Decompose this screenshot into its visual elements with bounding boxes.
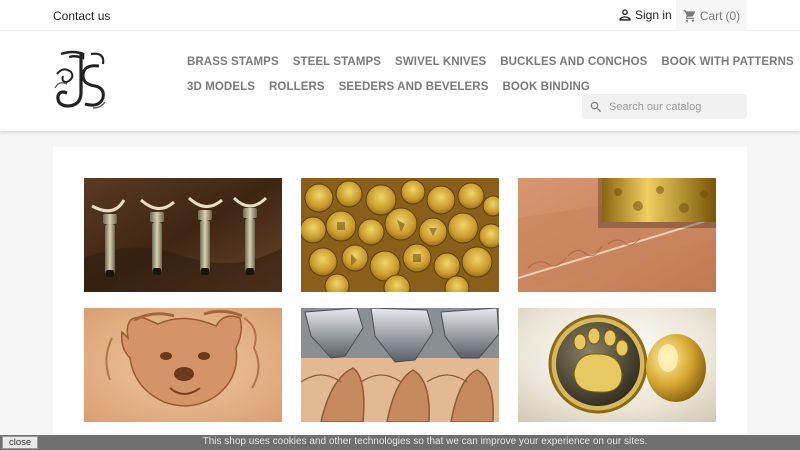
sign-in-label: Sign in — [635, 8, 672, 22]
3d-models-image — [84, 308, 282, 422]
cookie-close-button[interactable]: close — [2, 436, 39, 449]
menu-item-book-with-patterns[interactable]: BOOK WITH PATTERNS — [661, 56, 793, 68]
rollers-image — [518, 178, 716, 292]
user-icon — [619, 9, 631, 21]
site-header: BRASS STAMPS STEEL STAMPS SWIVEL KNIVES … — [0, 31, 800, 131]
shopping-cart-icon — [683, 9, 696, 22]
category-tile-swivel-knives[interactable] — [84, 178, 282, 292]
menu-item-steel-stamps[interactable]: STEEL STAMPS — [293, 56, 381, 68]
menu-item-book-binding[interactable]: BOOK BINDING — [502, 81, 589, 93]
contact-us-link[interactable]: Contact us — [53, 9, 110, 23]
category-tile-rollers[interactable] — [518, 178, 716, 292]
main-menu: BRASS STAMPS STEEL STAMPS SWIVEL KNIVES … — [187, 49, 794, 99]
search-input[interactable] — [609, 100, 739, 113]
cart-button[interactable]: Cart (0) — [676, 0, 747, 31]
cookie-notice-bar: This shop uses cookies and other technol… — [0, 435, 800, 450]
cart-label: Cart — [699, 8, 723, 23]
category-tile-3d-models[interactable] — [84, 308, 282, 422]
menu-item-brass-stamps[interactable]: BRASS STAMPS — [187, 56, 279, 68]
search-icon[interactable] — [589, 100, 603, 114]
store-logo[interactable] — [53, 48, 110, 111]
swivel-knives-image — [84, 178, 282, 292]
category-tile-steel-stamps[interactable] — [301, 308, 499, 422]
cookie-notice-text: This shop uses cookies and other technol… — [202, 436, 648, 447]
brass-stamps-image — [301, 178, 499, 292]
menu-item-rollers[interactable]: ROLLERS — [269, 81, 325, 93]
main-content — [53, 147, 747, 450]
top-nav-bar: Contact us Sign in Cart (0) — [0, 0, 800, 31]
menu-row-1: BRASS STAMPS STEEL STAMPS SWIVEL KNIVES … — [187, 49, 794, 74]
menu-item-seeders-and-bevelers[interactable]: SEEDERS AND BEVELERS — [339, 81, 489, 93]
menu-item-buckles-and-conchos[interactable]: BUCKLES AND CONCHOS — [500, 56, 647, 68]
cart-count: (0) — [725, 8, 741, 23]
menu-item-swivel-knives[interactable]: SWIVEL KNIVES — [395, 56, 486, 68]
search-box — [582, 94, 747, 119]
buckles-and-conchos-image — [518, 308, 716, 422]
menu-item-3d-models[interactable]: 3D MODELS — [187, 81, 255, 93]
steel-stamps-image — [301, 308, 499, 422]
sign-in-link[interactable]: Sign in — [618, 8, 672, 22]
category-tile-buckles-and-conchos[interactable] — [518, 308, 716, 422]
category-tile-brass-stamps[interactable] — [301, 178, 499, 292]
category-image-grid — [84, 178, 716, 422]
